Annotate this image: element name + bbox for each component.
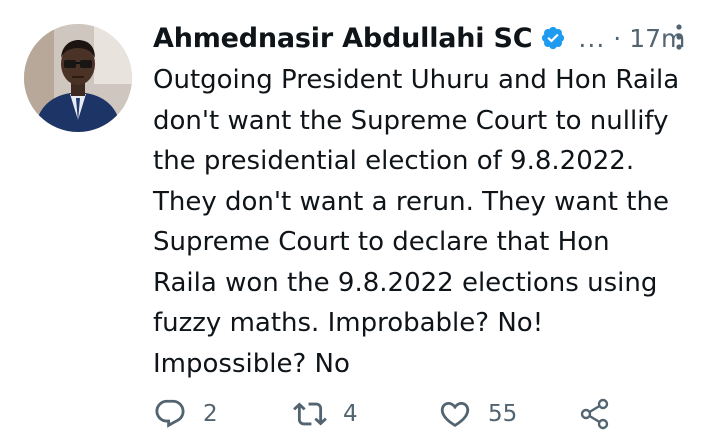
reply-button[interactable]: 2	[153, 392, 218, 436]
heart-icon	[438, 397, 472, 431]
separator: ·	[613, 23, 622, 53]
share-button[interactable]	[578, 392, 612, 436]
avatar[interactable]	[24, 24, 132, 132]
retweet-count: 4	[343, 401, 358, 427]
like-count: 55	[488, 401, 518, 427]
like-button[interactable]: 55	[438, 392, 517, 436]
retweet-button[interactable]: 4	[293, 392, 358, 436]
verified-icon	[540, 25, 566, 51]
more-vertical-icon[interactable]	[673, 22, 685, 52]
tweet-text: Outgoing President Uhuru and Hon Raila d…	[153, 65, 680, 379]
share-icon	[578, 397, 612, 431]
author-name[interactable]: Ahmednasir Abdullahi SC	[153, 23, 533, 54]
reply-icon	[153, 397, 187, 431]
author-handle[interactable]: ...	[578, 24, 605, 53]
tweet-actions: 2 4 55	[153, 392, 673, 436]
reply-count: 2	[203, 401, 218, 427]
tweet-header: Ahmednasir Abdullahi SC ... · 17m	[153, 18, 698, 58]
retweet-icon	[293, 397, 327, 431]
tweet[interactable]: Ahmednasir Abdullahi SC ... · 17m Outgoi…	[0, 0, 720, 446]
